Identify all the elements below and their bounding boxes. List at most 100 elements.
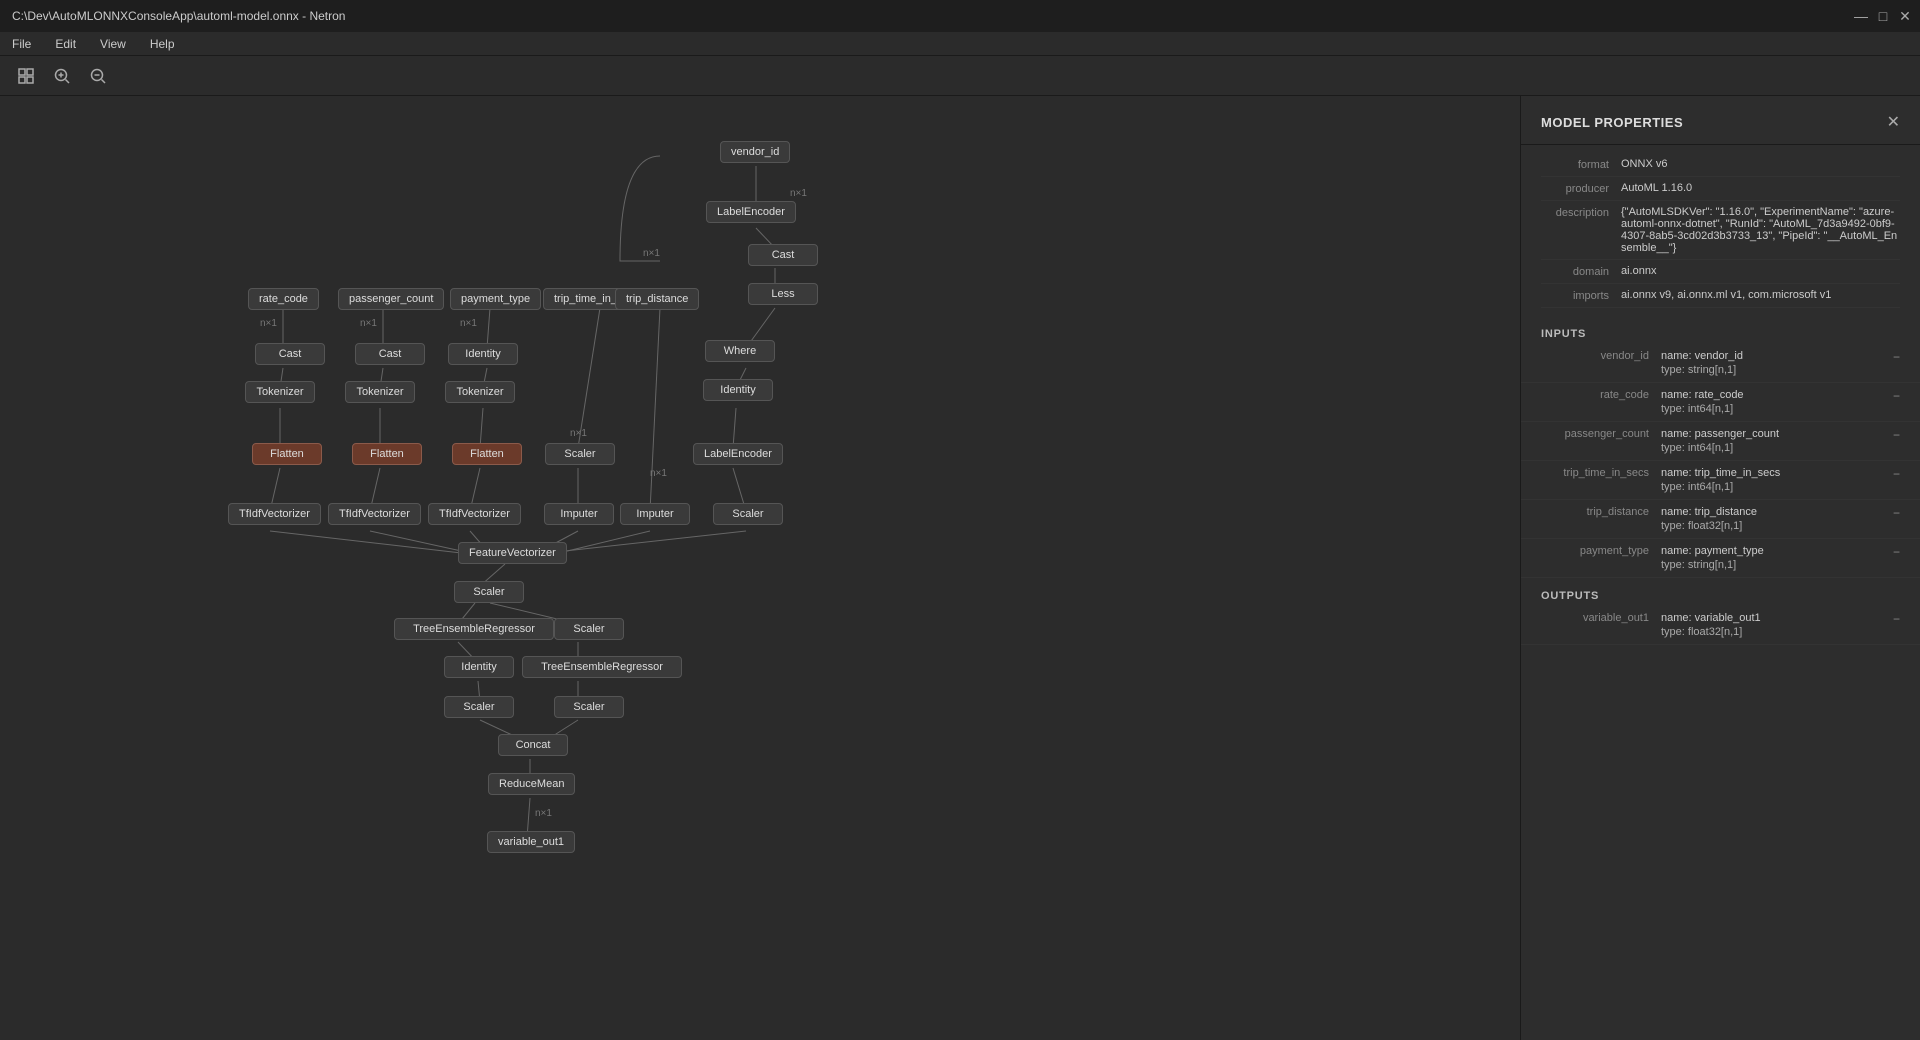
prop-row-domain: domain ai.onnx xyxy=(1541,260,1900,284)
outputs-section-title: OUTPUTS xyxy=(1521,578,1920,606)
node-scaler-main[interactable]: Scaler xyxy=(454,581,524,603)
prop-section-format: format ONNX v6 producer AutoML 1.16.0 de… xyxy=(1521,145,1920,316)
input-payment-type-expand[interactable]: − xyxy=(1893,545,1900,559)
node-tfidf-passenger[interactable]: TfIdfVectorizer xyxy=(328,503,421,525)
description-value: {"AutoMLSDKVer": "1.16.0", "ExperimentNa… xyxy=(1621,206,1900,254)
description-label: description xyxy=(1541,206,1621,219)
node-tree-ensemble-1[interactable]: TreeEnsembleRegressor xyxy=(394,618,554,640)
window-controls: — □ ✕ xyxy=(1854,9,1912,23)
input-trip-time[interactable]: trip_time_in_secs name: trip_time_in_sec… xyxy=(1521,461,1920,500)
input-trip-time-name: trip_time_in_secs xyxy=(1541,467,1661,479)
node-imputer-trip-distance[interactable]: Imputer xyxy=(620,503,690,525)
node-scaler-right[interactable]: Scaler xyxy=(713,503,783,525)
graph-canvas[interactable]: n×1 n×1 n×1 n×1 n×1 n×1 n×1 n×1 vendor_i… xyxy=(0,96,1520,1040)
input-rate-code-name: rate_code xyxy=(1541,389,1661,401)
node-flatten-passenger[interactable]: Flatten xyxy=(352,443,422,465)
node-flatten-payment[interactable]: Flatten xyxy=(452,443,522,465)
node-rate-code[interactable]: rate_code xyxy=(248,288,319,310)
domain-label: domain xyxy=(1541,265,1621,278)
svg-text:n×1: n×1 xyxy=(643,248,660,259)
svg-text:n×1: n×1 xyxy=(650,468,667,479)
panel-close-button[interactable]: ✕ xyxy=(1887,112,1900,132)
zoom-out-button[interactable] xyxy=(84,62,112,90)
node-variable-out1[interactable]: variable_out1 xyxy=(487,831,575,853)
close-button[interactable]: ✕ xyxy=(1898,9,1912,23)
node-trip-distance[interactable]: trip_distance xyxy=(615,288,699,310)
toolbar xyxy=(0,56,1920,96)
node-tree-ensemble-2[interactable]: TreeEnsembleRegressor xyxy=(522,656,682,678)
prop-row-producer: producer AutoML 1.16.0 xyxy=(1541,177,1900,201)
zoom-in-button[interactable] xyxy=(48,62,76,90)
prop-row-format: format ONNX v6 xyxy=(1541,153,1900,177)
input-passenger-count-details: name: passenger_count type: int64[n,1] xyxy=(1661,428,1893,454)
svg-text:n×1: n×1 xyxy=(535,808,552,819)
node-identity-bottom[interactable]: Identity xyxy=(444,656,514,678)
input-rate-code[interactable]: rate_code name: rate_code type: int64[n,… xyxy=(1521,383,1920,422)
input-rate-code-expand[interactable]: − xyxy=(1893,389,1900,403)
node-scaler-trip-time[interactable]: Scaler xyxy=(545,443,615,465)
node-label-encoder-bottom[interactable]: LabelEncoder xyxy=(693,443,783,465)
input-vendor-id[interactable]: vendor_id name: vendor_id type: string[n… xyxy=(1521,344,1920,383)
main-layout: n×1 n×1 n×1 n×1 n×1 n×1 n×1 n×1 vendor_i… xyxy=(0,96,1920,1040)
inputs-section-title: INPUTS xyxy=(1521,316,1920,344)
panel-title: MODEL PROPERTIES xyxy=(1541,115,1683,130)
node-reduce-mean[interactable]: ReduceMean xyxy=(488,773,575,795)
title-bar: C:\Dev\AutoMLONNXConsoleApp\automl-model… xyxy=(0,0,1920,32)
input-passenger-count-expand[interactable]: − xyxy=(1893,428,1900,442)
producer-label: producer xyxy=(1541,182,1621,195)
input-trip-distance-expand[interactable]: − xyxy=(1893,506,1900,520)
menu-bar: File Edit View Help xyxy=(0,32,1920,56)
menu-view[interactable]: View xyxy=(96,35,130,53)
svg-text:n×1: n×1 xyxy=(260,318,277,329)
menu-edit[interactable]: Edit xyxy=(51,35,80,53)
node-scaler-2[interactable]: Scaler xyxy=(554,618,624,640)
svg-text:n×1: n×1 xyxy=(570,428,587,439)
input-payment-type-details: name: payment_type type: string[n,1] xyxy=(1661,545,1893,571)
output-variable-out1-details: name: variable_out1 type: float32[n,1] xyxy=(1661,612,1893,638)
input-payment-type[interactable]: payment_type name: payment_type type: st… xyxy=(1521,539,1920,578)
node-concat[interactable]: Concat xyxy=(498,734,568,756)
node-cast-rate[interactable]: Cast xyxy=(255,343,325,365)
node-tfidf-payment[interactable]: TfIdfVectorizer xyxy=(428,503,521,525)
node-vendor-id[interactable]: vendor_id xyxy=(720,141,790,163)
output-variable-out1-expand[interactable]: − xyxy=(1893,612,1900,626)
node-imputer-trip-time[interactable]: Imputer xyxy=(544,503,614,525)
node-cast-top[interactable]: Cast xyxy=(748,244,818,266)
maximize-button[interactable]: □ xyxy=(1876,9,1890,23)
graph-svg: n×1 n×1 n×1 n×1 n×1 n×1 n×1 n×1 xyxy=(0,96,1520,1040)
node-passenger-count[interactable]: passenger_count xyxy=(338,288,444,310)
input-rate-code-details: name: rate_code type: int64[n,1] xyxy=(1661,389,1893,415)
node-scaler-3[interactable]: Scaler xyxy=(444,696,514,718)
properties-panel: MODEL PROPERTIES ✕ format ONNX v6 produc… xyxy=(1520,96,1920,1040)
node-cast-passenger[interactable]: Cast xyxy=(355,343,425,365)
svg-text:n×1: n×1 xyxy=(790,188,807,199)
panel-header: MODEL PROPERTIES ✕ xyxy=(1521,96,1920,145)
input-passenger-count[interactable]: passenger_count name: passenger_count ty… xyxy=(1521,422,1920,461)
node-tfidf-rate[interactable]: TfIdfVectorizer xyxy=(228,503,321,525)
menu-file[interactable]: File xyxy=(8,35,35,53)
home-button[interactable] xyxy=(12,62,40,90)
format-label: format xyxy=(1541,158,1621,171)
input-passenger-count-name: passenger_count xyxy=(1541,428,1661,440)
input-vendor-id-name: vendor_id xyxy=(1541,350,1661,362)
svg-text:n×1: n×1 xyxy=(360,318,377,329)
node-tokenizer-passenger[interactable]: Tokenizer xyxy=(345,381,415,403)
input-trip-time-expand[interactable]: − xyxy=(1893,467,1900,481)
node-scaler-4[interactable]: Scaler xyxy=(554,696,624,718)
node-tokenizer-payment[interactable]: Tokenizer xyxy=(445,381,515,403)
node-identity-right[interactable]: Identity xyxy=(703,379,773,401)
node-less[interactable]: Less xyxy=(748,283,818,305)
node-feature-vectorizer[interactable]: FeatureVectorizer xyxy=(458,542,567,564)
node-flatten-rate[interactable]: Flatten xyxy=(252,443,322,465)
node-tokenizer-rate[interactable]: Tokenizer xyxy=(245,381,315,403)
minimize-button[interactable]: — xyxy=(1854,9,1868,23)
imports-value: ai.onnx v9, ai.onnx.ml v1, com.microsoft… xyxy=(1621,289,1900,301)
node-where[interactable]: Where xyxy=(705,340,775,362)
input-trip-distance[interactable]: trip_distance name: trip_distance type: … xyxy=(1521,500,1920,539)
node-identity-payment[interactable]: Identity xyxy=(448,343,518,365)
node-label-encoder-top[interactable]: LabelEncoder xyxy=(706,201,796,223)
menu-help[interactable]: Help xyxy=(146,35,179,53)
node-payment-type[interactable]: payment_type xyxy=(450,288,541,310)
output-variable-out1[interactable]: variable_out1 name: variable_out1 type: … xyxy=(1521,606,1920,645)
input-vendor-id-expand[interactable]: − xyxy=(1893,350,1900,364)
